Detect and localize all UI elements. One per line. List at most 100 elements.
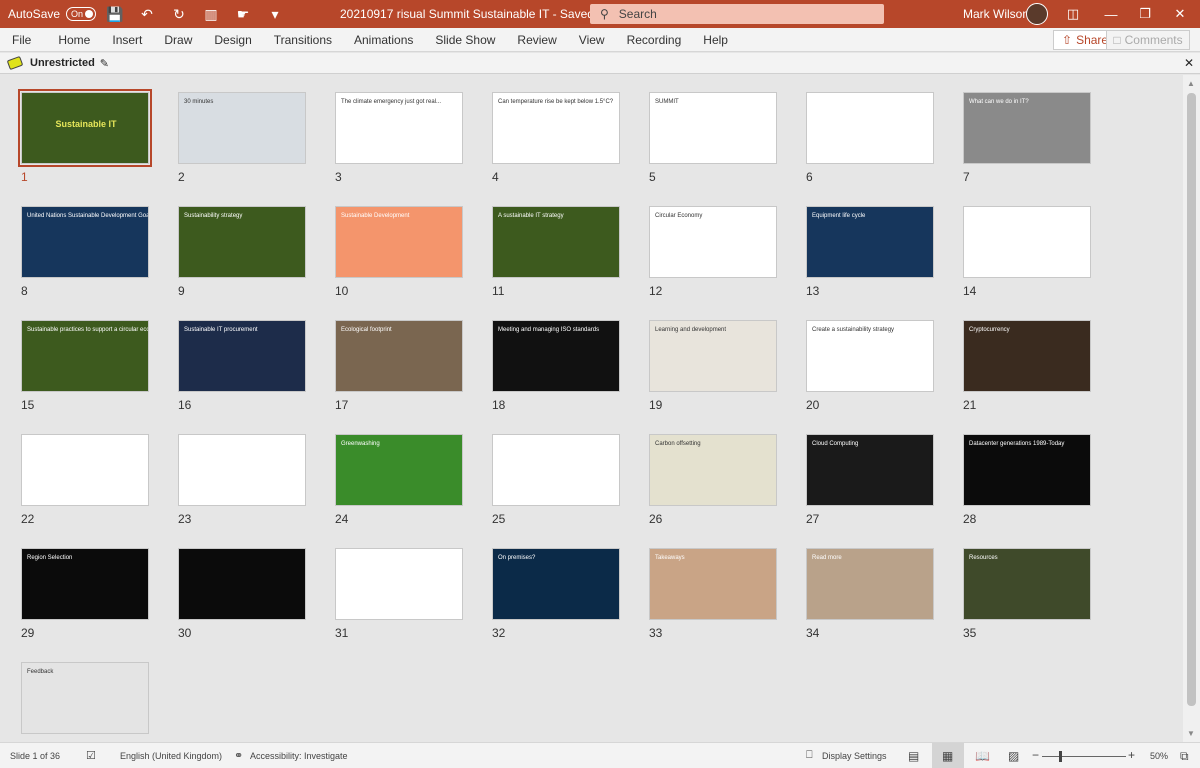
slide-thumbnail[interactable]: What can we do in IT?	[963, 92, 1091, 164]
slide-thumbnail[interactable]: Ecological footprint	[335, 320, 463, 392]
slide-thumbnail[interactable]: Region Selection	[21, 548, 149, 620]
slide-thumbnail[interactable]: Cryptocurrency	[963, 320, 1091, 392]
tab-home[interactable]: Home	[58, 33, 90, 47]
slide-thumbnail[interactable]: Create a sustainability strategy	[806, 320, 934, 392]
comments-button[interactable]: □ Comments	[1106, 30, 1190, 50]
normal-view-icon[interactable]: ▤	[908, 749, 919, 763]
reading-view-icon[interactable]: 📖	[975, 749, 990, 763]
tab-insert[interactable]: Insert	[112, 33, 142, 47]
slide-thumbnail[interactable]: SUMMIT	[649, 92, 777, 164]
slide-thumbnail[interactable]: Feedback	[21, 662, 149, 734]
slide-thumbnail[interactable]: Meeting and managing ISO standards	[492, 320, 620, 392]
tab-recording[interactable]: Recording	[627, 33, 682, 47]
slide-thumbnail[interactable]: Greenwashing	[335, 434, 463, 506]
slide-thumbnail[interactable]: Sustainability strategy	[178, 206, 306, 278]
tab-draw[interactable]: Draw	[164, 33, 192, 47]
slide-thumbnail[interactable]: Equipment life cycle	[806, 206, 934, 278]
customize-icon[interactable]: ▾	[262, 0, 288, 28]
slide-thumbnail[interactable]: Resources	[963, 548, 1091, 620]
slide-thumbnail[interactable]: Read more	[806, 548, 934, 620]
undo-icon[interactable]: ↶	[134, 0, 160, 28]
language-status[interactable]: English (United Kingdom)	[120, 751, 222, 761]
pencil-icon[interactable]: ✎	[100, 57, 109, 70]
slide-title: What can we do in IT?	[969, 99, 1029, 105]
save-icon[interactable]: 💾	[102, 0, 128, 28]
autosave-toggle[interactable]: AutoSave On	[8, 7, 97, 21]
slide-thumbnail[interactable]: United Nations Sustainable Development G…	[21, 206, 149, 278]
zoom-in-icon[interactable]: +	[1128, 748, 1135, 762]
slide-thumbnail[interactable]	[806, 92, 934, 164]
sensitivity-label[interactable]: Unrestricted	[30, 57, 95, 69]
scroll-up-icon[interactable]: ▲	[1187, 79, 1195, 88]
slide-thumbnail[interactable]: Learning and development	[649, 320, 777, 392]
slide-number: 33	[649, 626, 663, 640]
slide-number: 21	[963, 398, 977, 412]
redo-icon[interactable]: ↻	[166, 0, 192, 28]
vertical-scrollbar[interactable]: ▲ ▼	[1183, 75, 1200, 742]
slide-thumbnail[interactable]	[335, 548, 463, 620]
user-name[interactable]: Mark Wilson	[963, 7, 1029, 21]
slide-thumbnail[interactable]: Datacenter generations 1989-Today	[963, 434, 1091, 506]
slide-title: Sustainability strategy	[184, 213, 243, 219]
present-icon[interactable]: ▥	[198, 0, 224, 28]
slide-number: 17	[335, 398, 349, 412]
display-settings-button[interactable]: Display Settings	[822, 751, 887, 761]
minimize-icon[interactable]: —	[1096, 0, 1126, 28]
slide-number: 34	[806, 626, 820, 640]
slide-thumbnail[interactable]: Carbon offsetting	[649, 434, 777, 506]
slide-number: 26	[649, 512, 663, 526]
document-title[interactable]: 20210917 risual Summit Sustainable IT - …	[340, 7, 594, 21]
tab-help[interactable]: Help	[703, 33, 728, 47]
accessibility-status[interactable]: Accessibility: Investigate	[250, 751, 348, 761]
spelling-icon[interactable]: ☑	[86, 749, 96, 762]
zoom-slider-thumb[interactable]	[1059, 751, 1062, 762]
avatar[interactable]	[1026, 3, 1048, 25]
slide-thumbnail[interactable]: Takeaways	[649, 548, 777, 620]
tab-animations[interactable]: Animations	[354, 33, 413, 47]
slide-thumbnail[interactable]: 30 minutes	[178, 92, 306, 164]
slide-title: Read more	[812, 555, 842, 561]
restore-icon[interactable]: ❐	[1130, 0, 1160, 28]
touch-mode-icon[interactable]: ☛	[230, 0, 256, 28]
search-placeholder: Search	[618, 7, 657, 21]
search-input[interactable]: ⚲ Search	[590, 4, 884, 24]
slide-thumbnail[interactable]: Sustainable IT	[18, 89, 152, 167]
slide-thumbnail[interactable]	[178, 548, 306, 620]
autosave-switch[interactable]: On	[66, 7, 97, 21]
slide-thumbnail[interactable]: Sustainable Development	[335, 206, 463, 278]
slide-thumbnail[interactable]: Sustainable IT procurement	[178, 320, 306, 392]
tab-file[interactable]: File	[12, 33, 31, 47]
scroll-down-icon[interactable]: ▼	[1187, 729, 1195, 738]
tag-icon	[6, 55, 24, 71]
tab-slide-show[interactable]: Slide Show	[435, 33, 495, 47]
slide-number: 29	[21, 626, 35, 640]
tab-review[interactable]: Review	[517, 33, 556, 47]
zoom-out-icon[interactable]: −	[1032, 748, 1039, 762]
scrollbar-thumb[interactable]	[1187, 93, 1196, 706]
ribbon-display-icon[interactable]: ◫	[1058, 0, 1088, 28]
slide-thumbnail[interactable]: The climate emergency just got real...	[335, 92, 463, 164]
fit-to-window-icon[interactable]: ⧉	[1180, 749, 1189, 764]
slide-thumbnail[interactable]: Circular Economy	[649, 206, 777, 278]
slide-show-icon[interactable]: ▨	[1008, 749, 1019, 763]
slide-thumbnail[interactable]: Sustainable practices to support a circu…	[21, 320, 149, 392]
tab-transitions[interactable]: Transitions	[274, 33, 332, 47]
slide-number: 6	[806, 170, 813, 184]
slide-thumbnail[interactable]	[21, 434, 149, 506]
slide-thumbnail[interactable]	[492, 434, 620, 506]
tab-view[interactable]: View	[579, 33, 605, 47]
slide-thumbnail[interactable]: On premises?	[492, 548, 620, 620]
zoom-slider[interactable]	[1042, 756, 1126, 757]
zoom-level[interactable]: 50%	[1150, 751, 1168, 761]
tab-design[interactable]: Design	[214, 33, 251, 47]
slide-thumbnail[interactable]: Can temperature rise be kept below 1.5°C…	[492, 92, 620, 164]
slide-number: 19	[649, 398, 663, 412]
slide-title: Datacenter generations 1989-Today	[969, 441, 1065, 447]
close-icon[interactable]: ✕	[1184, 56, 1194, 70]
slide-number: 5	[649, 170, 656, 184]
slide-thumbnail[interactable]: Cloud Computing	[806, 434, 934, 506]
slide-thumbnail[interactable]: A sustainable IT strategy	[492, 206, 620, 278]
close-icon[interactable]: ✕	[1165, 0, 1195, 28]
slide-thumbnail[interactable]	[963, 206, 1091, 278]
slide-thumbnail[interactable]	[178, 434, 306, 506]
